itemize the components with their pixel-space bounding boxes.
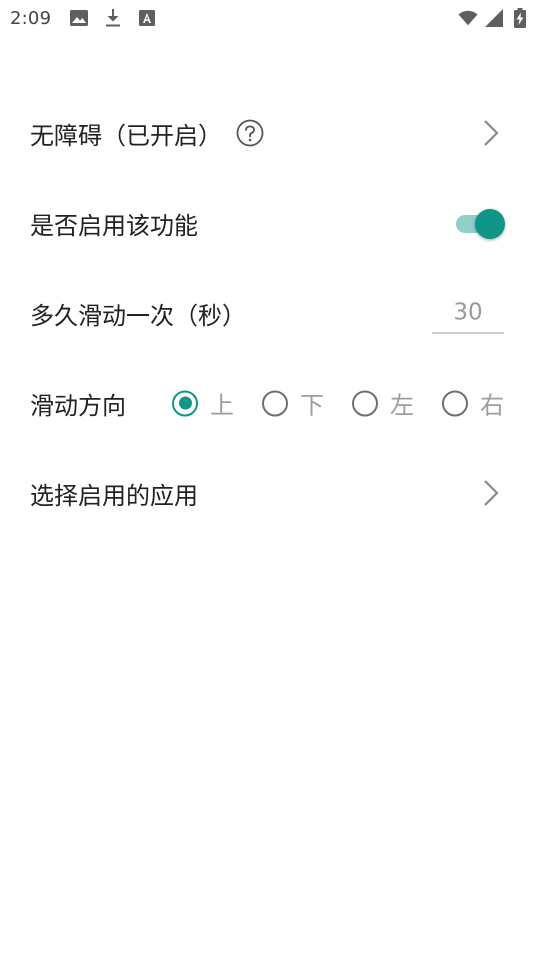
direction-option-left[interactable]: 左 bbox=[352, 386, 442, 421]
select-apps-row[interactable]: 选择启用的应用 bbox=[0, 448, 540, 538]
interval-label: 多久滑动一次（秒） bbox=[30, 301, 246, 330]
radio-unchecked-icon[interactable] bbox=[352, 390, 378, 416]
direction-option-label: 右 bbox=[480, 391, 504, 420]
battery-charging-icon bbox=[510, 8, 530, 28]
status-bar: 2:09 bbox=[0, 0, 540, 36]
signal-icon bbox=[484, 8, 504, 28]
settings-list: 无障碍（已开启） 是否启用该功能 多久滑动一次（秒） 滑动方向 bbox=[0, 88, 540, 538]
wifi-icon bbox=[458, 8, 478, 28]
enable-toggle[interactable] bbox=[454, 207, 505, 239]
direction-option-label: 上 bbox=[210, 391, 234, 420]
accessibility-row[interactable]: 无障碍（已开启） bbox=[0, 88, 540, 178]
direction-option-label: 左 bbox=[390, 391, 414, 420]
select-apps-label: 选择启用的应用 bbox=[30, 481, 198, 510]
status-time: 2:09 bbox=[10, 7, 52, 29]
help-circle-icon[interactable] bbox=[236, 119, 264, 147]
enable-row: 是否启用该功能 bbox=[0, 178, 540, 268]
interval-row: 多久滑动一次（秒） bbox=[0, 268, 540, 358]
enable-label: 是否启用该功能 bbox=[30, 211, 198, 240]
chevron-right-icon bbox=[484, 480, 499, 506]
download-icon bbox=[103, 8, 123, 28]
interval-input[interactable] bbox=[432, 292, 504, 334]
direction-radio-group: 上 下 左 右 bbox=[172, 386, 532, 421]
font-a-icon bbox=[137, 8, 157, 28]
image-icon bbox=[69, 8, 89, 28]
direction-option-up[interactable]: 上 bbox=[172, 386, 262, 421]
status-right bbox=[458, 8, 530, 28]
direction-option-label: 下 bbox=[300, 391, 324, 420]
radio-unchecked-icon[interactable] bbox=[442, 390, 468, 416]
radio-unchecked-icon[interactable] bbox=[262, 390, 288, 416]
direction-row: 滑动方向 上 下 左 右 bbox=[0, 358, 540, 448]
accessibility-label: 无障碍（已开启） bbox=[30, 121, 222, 150]
status-left: 2:09 bbox=[10, 8, 157, 29]
toggle-thumb bbox=[475, 209, 505, 239]
direction-option-right[interactable]: 右 bbox=[442, 386, 532, 421]
chevron-right-icon bbox=[484, 120, 499, 146]
radio-checked-icon[interactable] bbox=[172, 390, 198, 416]
direction-option-down[interactable]: 下 bbox=[262, 386, 352, 421]
direction-label: 滑动方向 bbox=[30, 391, 126, 420]
